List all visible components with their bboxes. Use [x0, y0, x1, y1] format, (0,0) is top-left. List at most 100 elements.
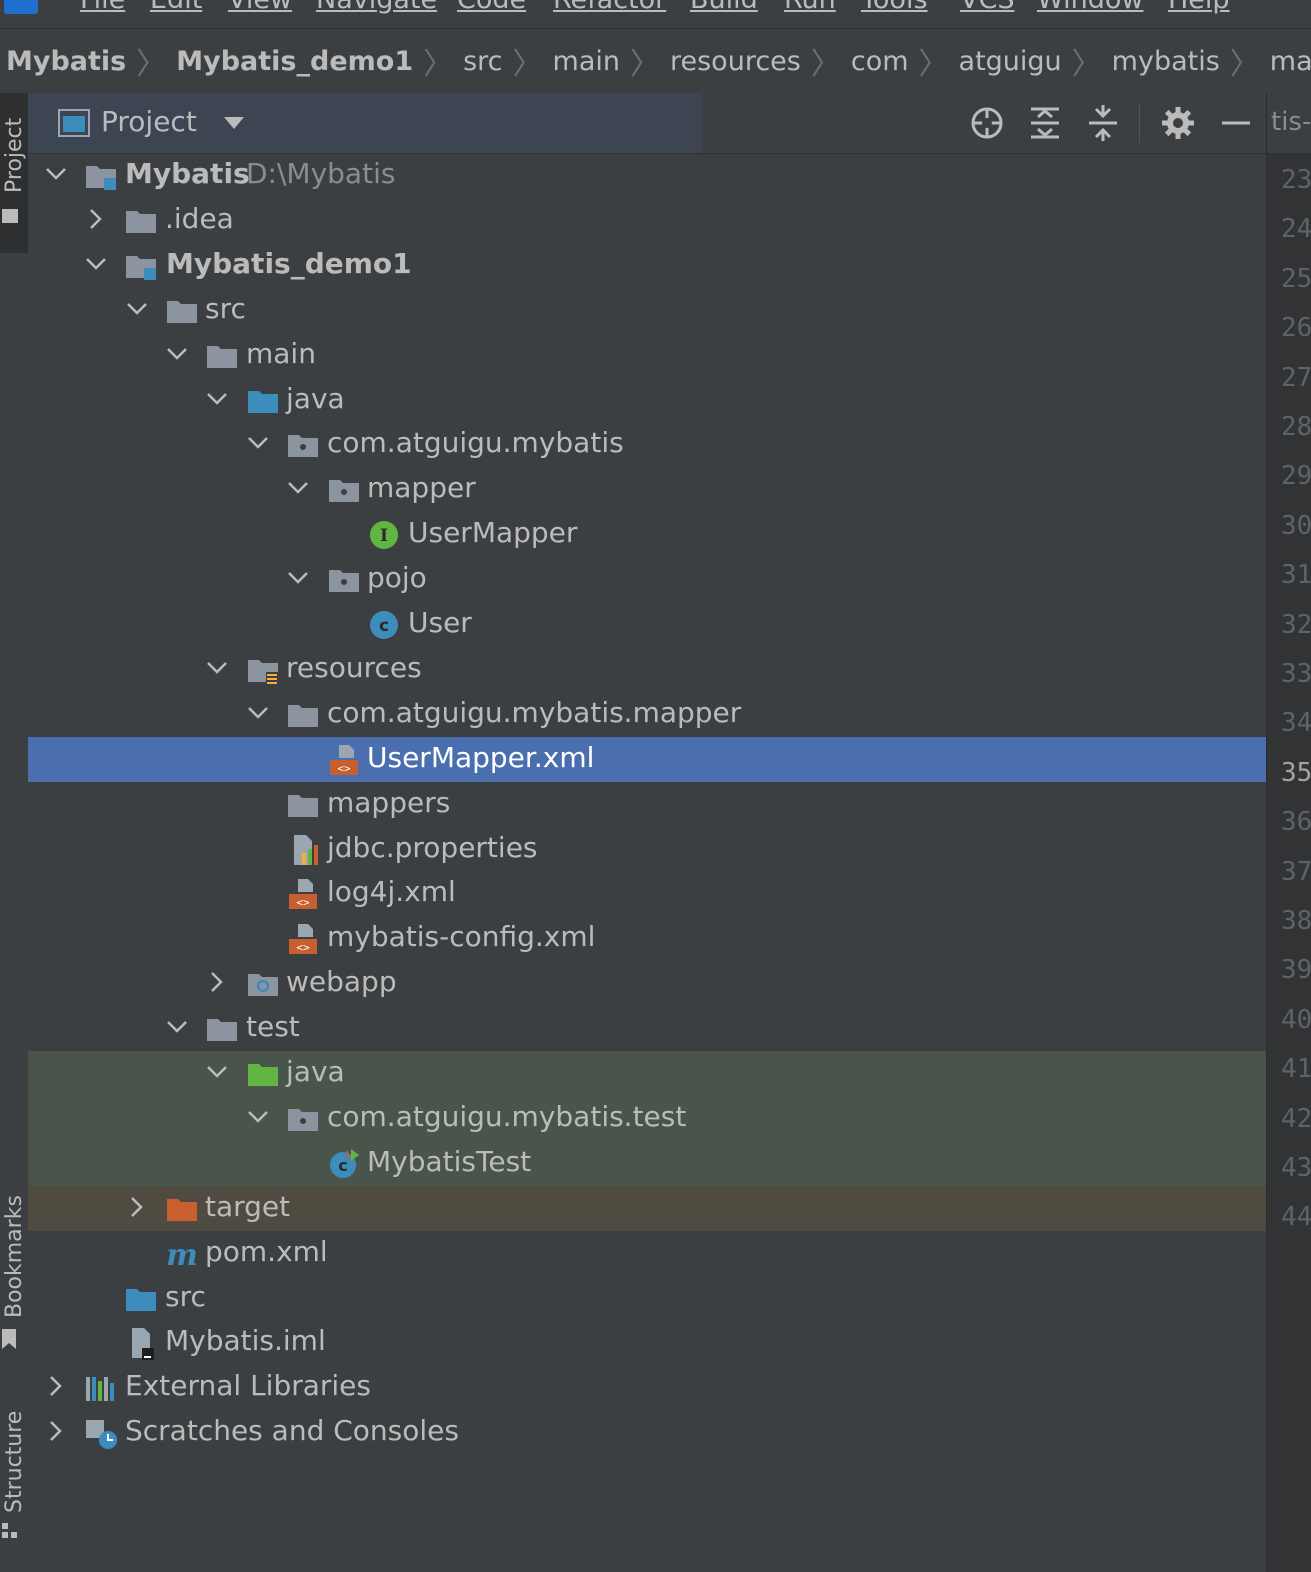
tree-node[interactable]: m pom.xml	[28, 1231, 1266, 1276]
collapse-all-icon[interactable]	[1085, 105, 1121, 141]
structure-icon	[2, 1523, 18, 1539]
tree-node[interactable]: com.atguigu.mybatis.test	[28, 1095, 1266, 1141]
panel-title: Project	[101, 105, 197, 138]
tree-node[interactable]: Mybatis_demo1	[28, 243, 1266, 288]
tree-node[interactable]: Mybatis D:\Mybatis	[28, 153, 1266, 198]
tree-node[interactable]: c MybatisTest	[28, 1140, 1266, 1186]
tree-node[interactable]: Scratches and Consoles	[28, 1410, 1266, 1455]
chevron-down-icon[interactable]	[243, 698, 273, 728]
chevron-down-icon[interactable]	[202, 384, 232, 414]
class-icon: c	[370, 611, 398, 639]
line-number: 26	[1281, 313, 1311, 344]
tree-node[interactable]: jdbc.properties	[28, 827, 1266, 872]
chevron-down-icon[interactable]	[202, 653, 232, 683]
tree-node[interactable]: <> log4j.xml	[28, 871, 1266, 916]
breadcrumb-item[interactable]: atguigu	[953, 46, 1068, 77]
menu-edit[interactable]: Edit	[150, 0, 202, 15]
chevron-down-icon[interactable]	[162, 1012, 192, 1042]
package-icon	[288, 1108, 318, 1131]
chevron-right-icon[interactable]	[202, 967, 232, 997]
tree-node[interactable]: webapp	[28, 961, 1266, 1006]
tree-node[interactable]: .idea	[28, 198, 1266, 243]
menu-vcs[interactable]: VCS	[960, 0, 1014, 15]
resources-folder-icon	[248, 659, 278, 684]
line-number: 44	[1281, 1202, 1311, 1233]
locate-icon[interactable]	[969, 105, 1005, 141]
menu-view[interactable]: View	[228, 0, 292, 15]
breadcrumb-separator: 〉	[136, 47, 167, 82]
menu-help[interactable]: Help	[1168, 0, 1230, 15]
tree-node[interactable]: External Libraries	[28, 1365, 1266, 1410]
chevron-down-icon[interactable]	[202, 1057, 232, 1087]
menu-navigate[interactable]: Navigate	[316, 0, 437, 15]
chevron-down-icon[interactable]	[283, 563, 313, 593]
tree-node-path: D:\Mybatis	[246, 157, 396, 190]
module-folder-icon	[86, 166, 116, 190]
breadcrumb-item[interactable]: mapper	[1264, 46, 1311, 77]
tree-node-label: com.atguigu.mybatis.test	[327, 1099, 687, 1133]
breadcrumb-separator: 〉	[810, 47, 841, 82]
xml-file-icon: <>	[289, 879, 317, 910]
minimize-icon[interactable]	[1218, 105, 1254, 141]
menu-tools[interactable]: Tools	[861, 0, 928, 15]
tree-node[interactable]: java	[28, 1051, 1266, 1096]
project-panel: Project Mybatis D:\Mybatis .idea Mybatis…	[28, 93, 1266, 1572]
tree-node[interactable]: I UserMapper	[28, 512, 1266, 557]
tree-node[interactable]: java	[28, 378, 1266, 423]
tree-node[interactable]: pojo	[28, 557, 1266, 602]
breadcrumb-item[interactable]: main	[547, 46, 626, 77]
tree-node-label: User	[408, 606, 472, 639]
line-number: 35	[1281, 757, 1311, 788]
editor-tab[interactable]: tis-	[1267, 93, 1311, 154]
chevron-down-icon[interactable]	[122, 294, 152, 324]
chevron-down-icon[interactable]	[243, 1102, 273, 1132]
tree-node[interactable]: mapper	[28, 467, 1266, 512]
module-folder-icon	[126, 255, 156, 280]
tree-node[interactable]: mappers	[28, 782, 1266, 827]
breadcrumb-item[interactable]: src	[457, 46, 508, 77]
menu-code[interactable]: Code	[457, 0, 526, 15]
menu-file[interactable]: File	[80, 0, 125, 15]
line-number: 23	[1281, 165, 1311, 195]
tree-node[interactable]: com.atguigu.mybatis.mapper	[28, 692, 1266, 737]
maven-icon: m	[166, 1238, 198, 1271]
tree-node[interactable]: Mybatis.iml	[28, 1320, 1266, 1365]
tree-node[interactable]: test	[28, 1006, 1266, 1051]
tree-node[interactable]: c User	[28, 602, 1266, 647]
tree-node[interactable]: com.atguigu.mybatis	[28, 422, 1266, 467]
chevron-down-icon[interactable]	[41, 159, 71, 189]
chevron-down-icon[interactable]	[283, 473, 313, 503]
tree-node[interactable]: main	[28, 333, 1266, 378]
chevron-right-icon[interactable]	[81, 204, 111, 234]
menu-run[interactable]: Run	[784, 0, 836, 15]
package-icon	[329, 480, 359, 503]
tree-node[interactable]: resources	[28, 647, 1266, 692]
menu-window[interactable]: Window	[1037, 0, 1143, 15]
expand-all-icon[interactable]	[1027, 105, 1063, 141]
breadcrumb-item[interactable]: Mybatis_demo1	[170, 46, 419, 77]
view-selector[interactable]: Project	[28, 93, 702, 153]
breadcrumb-item[interactable]: com	[845, 46, 915, 77]
tree-node[interactable]: src	[28, 288, 1266, 333]
tree-node-label: pom.xml	[205, 1234, 328, 1268]
tree-node[interactable]: target	[28, 1185, 1266, 1231]
tree-node[interactable]: <> UserMapper.xml	[28, 736, 1266, 782]
gear-icon[interactable]	[1160, 105, 1196, 141]
dropdown-arrow-icon[interactable]	[224, 117, 244, 129]
chevron-right-icon[interactable]	[122, 1192, 152, 1222]
chevron-down-icon[interactable]	[162, 339, 192, 369]
breadcrumb-item[interactable]: resources	[664, 46, 807, 77]
folder-icon	[207, 1019, 237, 1042]
menu-refactor[interactable]: Refactor	[553, 0, 666, 15]
tree-node-label: jdbc.properties	[327, 830, 538, 864]
chevron-right-icon[interactable]	[41, 1371, 71, 1401]
breadcrumb-item[interactable]: Mybatis	[0, 46, 132, 77]
tree-node[interactable]: <> mybatis-config.xml	[28, 916, 1266, 961]
menu-build[interactable]: Build	[690, 0, 758, 15]
chevron-right-icon[interactable]	[41, 1416, 71, 1446]
chevron-down-icon[interactable]	[243, 428, 273, 458]
chevron-down-icon[interactable]	[81, 249, 111, 279]
excluded-folder-icon	[167, 1198, 197, 1221]
breadcrumb-item[interactable]: mybatis	[1106, 46, 1226, 77]
tree-node[interactable]: src	[28, 1276, 1266, 1321]
